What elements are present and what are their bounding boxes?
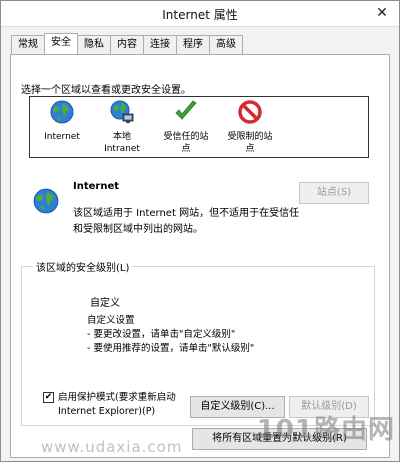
description-line: 该区域适用于 Internet 网站，但不适用于在受信任 [73,208,300,219]
zone-restricted-label-1: 受限制的站 [227,132,273,142]
tab-advanced[interactable]: 高级 [209,35,243,54]
tab-connections[interactable]: 连接 [143,35,177,54]
tab-security[interactable]: 安全 [44,33,78,54]
globe-icon [42,99,82,129]
tab-strip: 常规 安全 隐私 内容 连接 程序 高级 [11,33,243,54]
title-bar: Internet 属性 ✕ [1,1,399,27]
checkmark-icon [158,99,214,129]
sites-button[interactable]: 站点(S) [299,182,369,204]
description-line: 和受限制区域中列出的网站。 [73,224,203,235]
selected-zone-title: Internet [73,181,120,192]
selected-zone-description: 该区域适用于 Internet 网站，但不适用于在受信任 和受限制区域中列出的网… [73,206,303,238]
zone-list: Internet 本地 Intranet 受信任的站 点 受限制的站 点 [29,96,369,158]
protected-mode-option: ✔ 启用保护模式(要求重新启动 Internet Explorer)(P) [43,391,188,419]
security-level-description: 自定义设置 - 要更改设置，请单击"自定义级别" - 要使用推荐的设置，请单击"… [87,314,254,356]
zone-trusted-label-2: 点 [181,144,191,154]
level-desc-line: - 要更改设置，请单击"自定义级别" [87,329,236,340]
protected-mode-label-2: Internet Explorer)(P) [58,406,156,417]
tab-content[interactable]: 内容 [110,35,144,54]
zone-local-intranet[interactable]: 本地 Intranet [102,99,142,155]
protected-mode-checkbox[interactable]: ✔ [43,392,54,403]
close-button[interactable]: ✕ [373,6,391,22]
tab-programs[interactable]: 程序 [176,35,210,54]
zone-intranet-label-1: 本地 [112,132,131,142]
zone-internet-label: Internet [44,132,80,142]
no-entry-icon [220,99,280,129]
security-level-group-label: 该区域的安全级别(L) [33,259,133,274]
zone-restricted-sites[interactable]: 受限制的站 点 [220,99,280,155]
watermark-left: www.udaxia.com [41,438,183,456]
protected-mode-label-1: 启用保护模式(要求重新启动 [58,392,176,403]
level-desc-line: - 要使用推荐的设置，请单击"默认级别" [87,343,255,354]
level-desc-line: 自定义设置 [87,315,135,326]
window-title: Internet 属性 [162,8,238,22]
selected-zone-globe-icon [32,187,60,218]
zone-restricted-label-2: 点 [245,144,255,154]
local-intranet-icon [102,99,142,129]
security-level-title: 自定义 [90,298,120,309]
zone-trusted-label-1: 受信任的站 [163,132,209,142]
zone-internet[interactable]: Internet [42,99,82,143]
watermark-right: 101路由网 [256,415,395,445]
zone-instruction: 选择一个区域以查看或更改安全设置。 [21,85,191,96]
tab-privacy[interactable]: 隐私 [77,35,111,54]
zone-trusted-sites[interactable]: 受信任的站 点 [158,99,214,155]
tab-general[interactable]: 常规 [11,35,45,54]
zone-intranet-label-2: Intranet [104,144,140,154]
internet-properties-dialog: Internet 属性 ✕ 常规 安全 隐私 内容 连接 程序 高级 选择一个区… [0,0,400,462]
